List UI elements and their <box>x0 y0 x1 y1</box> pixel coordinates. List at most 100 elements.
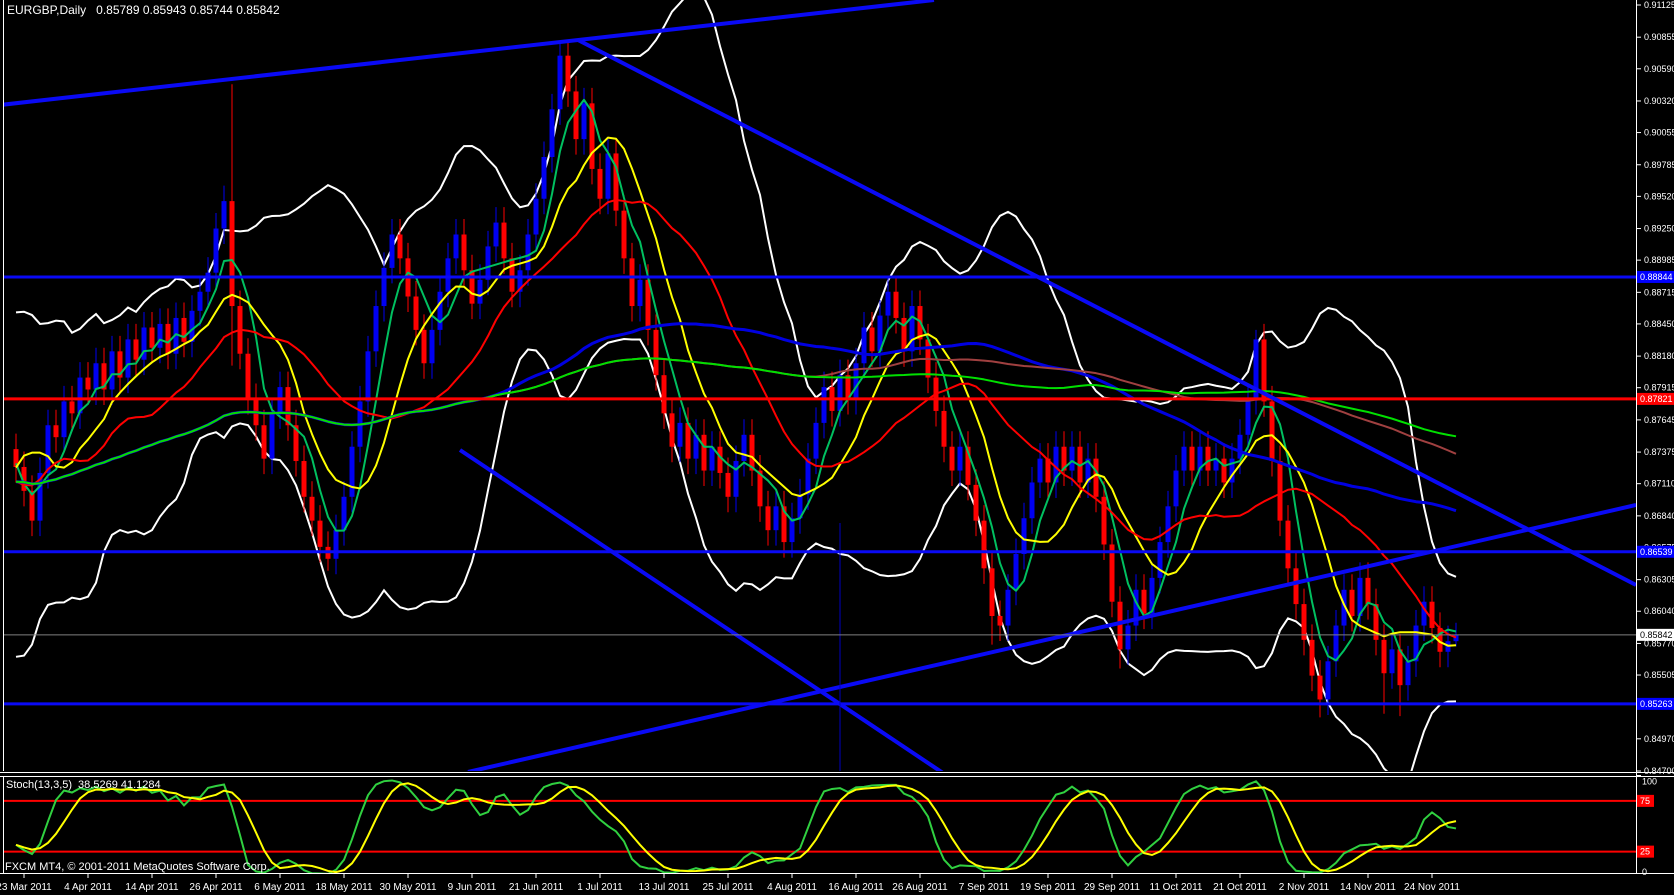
axis-label: 0.89785 <box>1644 160 1674 170</box>
trendline-descending-from-top[interactable] <box>578 40 1636 585</box>
bear-candle <box>1398 649 1403 685</box>
axis-label: 0.84700 <box>1644 766 1674 776</box>
bear-candle <box>86 378 91 390</box>
bull-candle <box>454 235 459 259</box>
bear-candle <box>662 375 667 413</box>
date-label: 9 Jun 2011 <box>448 882 497 893</box>
bear-candle <box>1206 447 1211 471</box>
bull-candle <box>1022 518 1027 554</box>
bear-candle <box>1094 459 1099 497</box>
mt4-chart-window[interactable]: 0.911250.908550.905900.903200.900550.897… <box>0 0 1674 895</box>
price-axis[interactable]: 0.911250.908550.905900.903200.900550.897… <box>1637 0 1674 877</box>
bull-candle <box>438 292 443 330</box>
bear-candle <box>574 91 579 139</box>
date-label: 14 Nov 2011 <box>1340 882 1396 893</box>
bear-candle <box>230 201 235 306</box>
bull-candle <box>494 223 499 247</box>
bear-candle <box>670 413 675 446</box>
axis-label: 0.87110 <box>1644 479 1674 489</box>
bull-candle <box>582 103 587 139</box>
stochastic-indicator[interactable] <box>4 780 1636 873</box>
date-label: 30 May 2011 <box>379 882 437 893</box>
bear-candle <box>166 324 171 354</box>
bear-candle <box>598 169 603 199</box>
date-label: 16 Aug 2011 <box>828 882 884 893</box>
bull-candle <box>158 324 163 348</box>
date-label: 1 Jul 2011 <box>577 882 623 893</box>
axis-label: 0.88450 <box>1644 319 1674 329</box>
bull-candle <box>526 235 531 271</box>
bull-candle <box>886 292 891 316</box>
bear-candle <box>1366 578 1371 604</box>
bear-candle <box>1278 461 1283 521</box>
bull-candle <box>78 378 83 414</box>
bear-candle <box>1222 459 1227 483</box>
bear-candle <box>1318 676 1323 700</box>
bull-candle <box>862 327 867 363</box>
date-label: 25 Jul 2011 <box>703 882 754 893</box>
bear-candle <box>150 327 155 347</box>
bull-candle <box>638 280 643 306</box>
bear-candle <box>766 506 771 530</box>
bull-candle <box>46 425 51 473</box>
bull-candle <box>1014 554 1019 590</box>
bull-candle <box>62 401 67 437</box>
bear-candle <box>414 296 419 329</box>
axis-label: 0.90320 <box>1644 96 1674 106</box>
bull-candle <box>1070 447 1075 471</box>
axis-label: 0.85505 <box>1644 670 1674 680</box>
bull-candle <box>1334 626 1339 662</box>
bull-candle <box>1246 399 1251 435</box>
panel-borders <box>0 0 1674 874</box>
bull-candle <box>734 461 739 497</box>
date-label: 4 Aug 2011 <box>767 882 817 893</box>
bear-candle <box>870 327 875 351</box>
axis-label: 0.91125 <box>1644 0 1674 10</box>
bull-candle <box>806 459 811 495</box>
bear-candle <box>246 354 251 399</box>
bear-candle <box>982 521 987 569</box>
bear-candle <box>1294 568 1299 604</box>
bear-candle <box>510 258 515 291</box>
bull-candle <box>1166 506 1171 542</box>
bear-candle <box>470 270 475 303</box>
bear-candle <box>894 292 899 318</box>
bull-candle <box>334 530 339 559</box>
axis-label: 0.88715 <box>1644 287 1674 297</box>
axis-label: 0.85263 <box>1640 699 1673 709</box>
bull-candle <box>366 351 371 401</box>
bull-candle <box>1006 590 1011 626</box>
bull-candle <box>382 268 387 306</box>
axis-label: 0.85842 <box>1640 630 1673 640</box>
bull-candle <box>350 447 355 497</box>
date-label: 29 Sep 2011 <box>1084 882 1140 893</box>
bull-candle <box>1158 542 1163 578</box>
time-axis[interactable]: 23 Mar 20114 Apr 201114 Apr 201126 Apr 2… <box>0 874 1460 893</box>
axis-label: 0 <box>1642 867 1647 877</box>
ohlc-readout: 0.85789 0.85943 0.85744 0.85842 <box>96 3 280 17</box>
bull-candle <box>1174 471 1179 507</box>
copyright-notice: FXCM MT4, © 2001-2011 MetaQuotes Softwar… <box>5 861 270 873</box>
date-label: 7 Sep 2011 <box>959 882 1010 893</box>
axis-label: 0.86840 <box>1644 511 1674 521</box>
date-label: 4 Apr 2011 <box>64 882 112 893</box>
axis-label: 0.86539 <box>1640 547 1673 557</box>
bull-candle <box>222 201 227 228</box>
axis-label: 0.87915 <box>1644 383 1674 393</box>
bear-candle <box>54 425 59 437</box>
bull-candle <box>446 258 451 291</box>
bear-candle <box>1350 590 1355 616</box>
axis-label: 75 <box>1640 796 1650 806</box>
bull-candle <box>1238 435 1243 459</box>
chart-canvas[interactable]: 0.911250.908550.905900.903200.900550.897… <box>0 0 1674 895</box>
bear-candle <box>726 473 731 497</box>
bear-candle <box>1142 590 1147 614</box>
date-label: 6 May 2011 <box>254 882 306 893</box>
bear-candle <box>1382 640 1387 673</box>
trendline-ascending-support[interactable] <box>468 505 1636 772</box>
axis-label: 0.88985 <box>1644 255 1674 265</box>
bull-candle <box>742 435 747 461</box>
bear-candle <box>1118 602 1123 650</box>
date-label: 14 Apr 2011 <box>125 882 179 893</box>
trendline-steep-descending[interactable] <box>460 450 946 775</box>
